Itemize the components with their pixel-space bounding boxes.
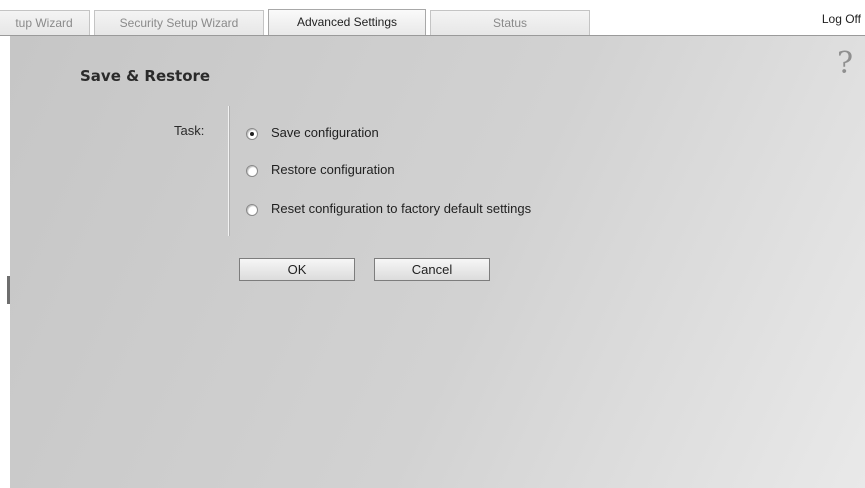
option-restore-configuration[interactable]: Restore configuration [246,159,395,179]
cancel-button[interactable]: Cancel [374,258,490,281]
help-icon[interactable]: ? [837,46,853,81]
option-save-configuration[interactable]: Save configuration [246,122,379,142]
radio-label: Reset configuration to factory default s… [271,200,532,216]
radio-restore-configuration[interactable] [246,165,258,177]
main-content-panel: ? Save & Restore Task: Save configuratio… [10,36,865,488]
tab-setup-wizard[interactable]: tup Wizard [0,10,90,36]
form-divider [228,106,229,236]
tab-advanced-settings[interactable]: Advanced Settings [268,9,426,36]
log-off-link[interactable]: Log Off [822,12,861,26]
radio-label: Restore configuration [271,161,395,177]
tab-bar: tup Wizard Security Setup Wizard Advance… [0,0,865,36]
radio-reset-factory-defaults[interactable] [246,204,258,216]
page-title: Save & Restore [80,67,211,85]
radio-label: Save configuration [271,124,379,140]
ok-button[interactable]: OK [239,258,355,281]
radio-save-configuration[interactable] [246,128,258,140]
task-label: Task: [174,123,205,138]
option-reset-factory-defaults[interactable]: Reset configuration to factory default s… [246,198,531,218]
tab-status[interactable]: Status [430,10,590,36]
left-sidebar-edge [0,36,10,488]
tab-security-setup-wizard[interactable]: Security Setup Wizard [94,10,264,36]
